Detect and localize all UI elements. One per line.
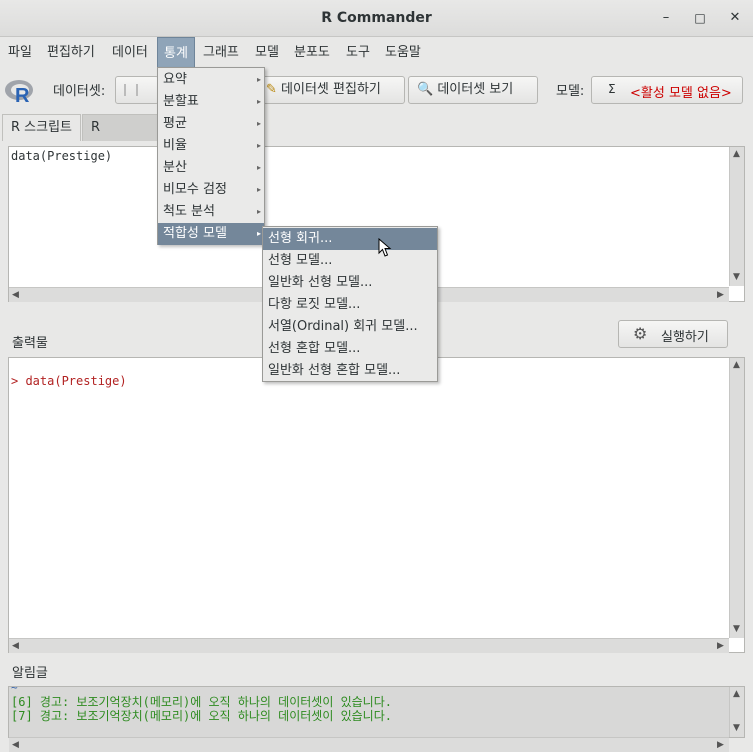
magnifier-icon: 🔍 [417,82,434,97]
scroll-left-icon[interactable]: ◀ [9,739,22,752]
pencil-icon: ✎ [266,82,277,97]
run-button-label: 실행하기 [661,330,709,345]
script-vertical-scrollbar[interactable]: ▲ ▼ [729,147,744,286]
model-selector-button[interactable]: Σ <활성 모델 없음> [591,76,743,104]
menu-tools[interactable]: 도구 [340,37,376,68]
menu-item-generalized-linear-model[interactable]: 일반화 선형 모델... [263,272,437,294]
view-dataset-label: 데이터셋 보기 [437,82,514,97]
scroll-down-icon[interactable]: ▼ [730,722,743,735]
submenu-arrow-icon: ▸ [256,97,261,106]
menu-file[interactable]: 파일 [2,37,38,68]
menu-item-linear-regression[interactable]: 선형 회귀... [263,228,437,250]
statistics-menu: 요약 ▸ 분할표 ▸ 평균 ▸ 비율 ▸ 분산 ▸ 비모수 검정 ▸ 척도 분석 ▸ 적합성 … [157,67,265,245]
scroll-down-icon[interactable]: ▼ [730,623,743,636]
active-model-value: <활성 모델 없음> [630,86,732,101]
scroll-left-icon[interactable]: ◀ [9,289,22,302]
window-title: R Commander [321,10,432,26]
menu-item-contingency[interactable]: 분할표 ▸ [158,91,264,113]
svg-text:R: R [15,85,30,104]
submenu-arrow-icon: ▸ [256,207,261,216]
output-label: 출력물 [12,336,48,351]
menu-distributions[interactable]: 분포도 [288,37,336,68]
edit-dataset-label: 데이터셋 편집하기 [281,82,381,97]
output-content: > data(Prestige) [11,374,127,388]
tab-r-script[interactable]: R 스크립트 [2,114,82,141]
submenu-arrow-icon: ▸ [256,229,261,238]
output-horizontal-scrollbar[interactable]: ◀ ▶ [9,638,729,653]
scroll-right-icon[interactable]: ▶ [714,640,727,653]
submenu-arrow-icon: ▸ [256,163,261,172]
dataset-label: 데이터셋: [53,84,106,99]
mouse-cursor-icon [378,237,392,262]
submenu-arrow-icon: ▸ [256,119,261,128]
view-dataset-button[interactable]: 🔍 데이터셋 보기 [408,76,538,104]
scroll-right-icon[interactable]: ▶ [714,289,727,302]
messages-vertical-scrollbar[interactable]: ▲ ▼ [729,687,744,737]
maximize-button[interactable]: □ [690,8,710,28]
messages-label: 알림글 [12,666,48,681]
submenu-arrow-icon: ▸ [256,75,261,84]
menu-item-nonparametric[interactable]: 비모수 검정 ▸ [158,179,264,201]
dataset-selector-button[interactable] [115,76,159,104]
script-content: data(Prestige) [11,149,113,163]
title-bar: R Commander – □ ✕ [0,0,753,37]
menu-data[interactable]: 데이터 [106,37,154,68]
submenu-arrow-icon: ▸ [256,141,261,150]
menu-item-generalized-linear-mixed-model[interactable]: 일반화 선형 혼합 모델... [263,360,437,382]
menu-help[interactable]: 도움말 [379,37,427,68]
output-vertical-scrollbar[interactable]: ▲ ▼ [729,358,744,638]
menu-item-ordinal-regression[interactable]: 서열(Ordinal) 회귀 모델... [263,316,437,338]
dataset-grid-icon [124,84,138,96]
menu-statistics[interactable]: 통계 [157,37,195,68]
menu-graphs[interactable]: 그래프 [197,37,245,68]
minimize-button[interactable]: – [656,8,676,28]
scroll-right-icon[interactable]: ▶ [714,739,727,752]
output-area[interactable]: > data(Prestige) [8,357,745,653]
messages-area[interactable]: ~ [6] 경고: 보조기억장치(메모리)에 오직 하나의 데이터셋이 있습니다… [8,686,745,738]
menu-item-fit-models[interactable]: 적합성 모델 ▸ [158,223,264,245]
menu-item-linear-model[interactable]: 선형 모델... [263,250,437,272]
menu-item-variances[interactable]: 분산 ▸ [158,157,264,179]
messages-horizontal-scrollbar[interactable]: ◀ ▶ [9,737,729,752]
menu-edit[interactable]: 편집하기 [41,37,101,68]
scroll-up-icon[interactable]: ▲ [730,359,743,372]
run-button[interactable]: ⚙ 실행하기 [618,320,728,348]
gear-run-icon: ⚙ [633,324,648,343]
menu-item-proportions[interactable]: 비율 ▸ [158,135,264,157]
scroll-left-icon[interactable]: ◀ [9,640,22,653]
menu-bar: 파일 편집하기 데이터 통계 그래프 모델 분포도 도구 도움말 [0,37,753,68]
menu-item-multinomial-logit[interactable]: 다항 로짓 모델... [263,294,437,316]
scroll-down-icon[interactable]: ▼ [730,271,743,284]
submenu-arrow-icon: ▸ [256,185,261,194]
scroll-up-icon[interactable]: ▲ [730,148,743,161]
tab-r-markdown[interactable]: R Markdown [82,114,162,141]
edit-dataset-button[interactable]: ✎ 데이터셋 편집하기 [257,76,405,104]
close-button[interactable]: ✕ [725,8,745,28]
sigma-icon: Σ [608,82,616,96]
fit-models-submenu: 선형 회귀... 선형 모델... 일반화 선형 모델... 다항 로짓 모델.… [262,226,438,382]
menu-models[interactable]: 모델 [249,37,285,68]
menu-item-linear-mixed-model[interactable]: 선형 혼합 모델... [263,338,437,360]
menu-item-dimensional[interactable]: 척도 분석 ▸ [158,201,264,223]
menu-item-means[interactable]: 평균 ▸ [158,113,264,135]
menu-item-summaries[interactable]: 요약 ▸ [158,69,264,91]
message-line: [7] 경고: 보조기억장치(메모리)에 오직 하나의 데이터셋이 있습니다. [11,709,392,723]
model-label: 모델: [556,84,585,99]
scroll-up-icon[interactable]: ▲ [730,688,743,701]
r-logo-icon: R [4,78,34,107]
